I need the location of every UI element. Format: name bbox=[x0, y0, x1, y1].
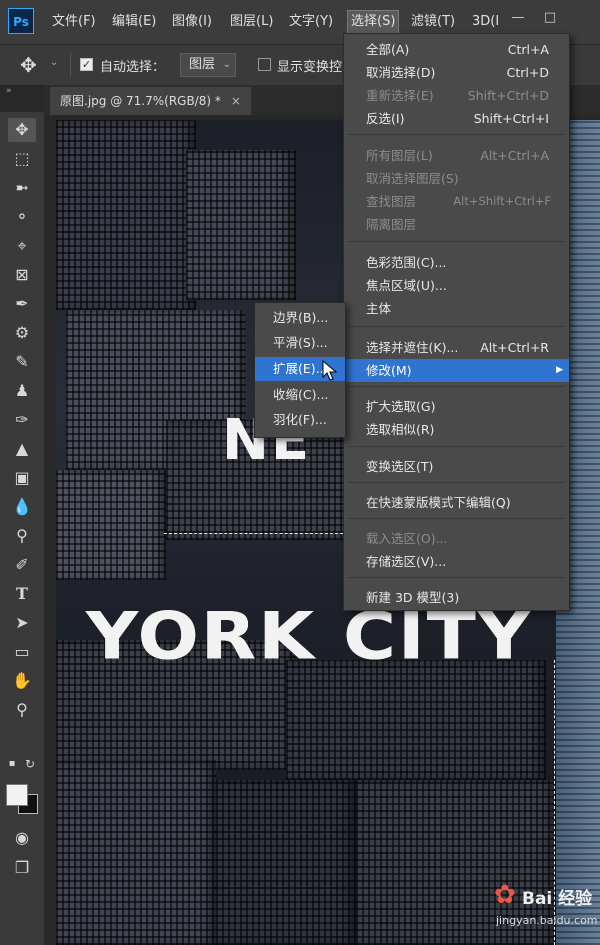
tools-panel: ✥ ⬚ ➼ ⚬ ⌖ ⊠ ✒ ⚙ ✎ ♟ ✑ ▲ ▣ 💧 ⚲ ✐ T ➤ ▭ ✋ … bbox=[0, 112, 45, 945]
default-colors-icon[interactable]: ▪ bbox=[2, 752, 22, 776]
pen-icon[interactable]: ✐ bbox=[8, 553, 36, 577]
menu-divider bbox=[348, 446, 565, 447]
menu-item-all-layers[interactable]: 所有图层(L) Alt+Ctrl+A bbox=[344, 144, 569, 167]
path-select-icon[interactable]: ➤ bbox=[8, 611, 36, 635]
menu-item-new-3d-model[interactable]: 新建 3D 模型(3) bbox=[344, 586, 569, 609]
menu-item-deselect-layers[interactable]: 取消选择图层(S) bbox=[344, 167, 569, 190]
menu-item-save-selection[interactable]: 存储选区(V)... bbox=[344, 550, 569, 573]
city-building bbox=[286, 660, 546, 780]
screen-mode-icon[interactable]: ❐ bbox=[8, 856, 36, 880]
auto-select-checkbox[interactable]: ✓ bbox=[80, 58, 93, 71]
menu-divider bbox=[348, 326, 565, 327]
rectangle-icon[interactable]: ▭ bbox=[8, 640, 36, 664]
menu-item-find-layers[interactable]: 查找图层 Alt+Shift+Ctrl+F bbox=[344, 190, 569, 213]
photoshop-logo-icon: Ps bbox=[8, 8, 34, 34]
blur-icon[interactable]: 💧 bbox=[8, 495, 36, 519]
menu-item-modify[interactable]: 修改(M) ▶ bbox=[344, 359, 569, 382]
gradient-icon[interactable]: ▣ bbox=[8, 466, 36, 490]
brush-icon[interactable]: ✎ bbox=[8, 350, 36, 374]
document-tab-title: 原图.jpg @ 71.7%(RGB/8) * bbox=[60, 94, 221, 108]
menu-divider bbox=[348, 241, 565, 242]
chevron-down-icon: ⌄ bbox=[222, 59, 231, 70]
show-transform-label: 显示变换控 bbox=[277, 60, 343, 75]
chevron-right-icon: ▶ bbox=[556, 365, 563, 375]
baidu-watermark: ✿ Bai 经验 jingyan.baidu.com bbox=[494, 880, 598, 940]
swap-colors-icon[interactable]: ↻ bbox=[20, 752, 40, 776]
menu-image[interactable]: 图像(I) bbox=[172, 11, 212, 33]
city-building bbox=[56, 120, 196, 310]
collapse-panel-icon[interactable]: » bbox=[6, 86, 12, 96]
menu-edit[interactable]: 编辑(E) bbox=[112, 11, 156, 33]
menu-item-transform-selection[interactable]: 变换选区(T) bbox=[344, 455, 569, 478]
select-menu: 全部(A) Ctrl+A 取消选择(D) Ctrl+D 重新选择(E) Shift+C… bbox=[343, 33, 570, 611]
eraser-icon[interactable]: ▲ bbox=[8, 437, 36, 461]
menu-item-isolate-layers[interactable]: 隔离图层 bbox=[344, 213, 569, 236]
menu-item-all[interactable]: 全部(A) Ctrl+A bbox=[344, 38, 569, 61]
divider bbox=[70, 53, 71, 77]
menu-item-reselect[interactable]: 重新选择(E) Shift+Ctrl+D bbox=[344, 84, 569, 107]
selection-marquee bbox=[164, 533, 348, 540]
submenu-item-smooth[interactable]: 平滑(S)... bbox=[255, 331, 345, 355]
city-building bbox=[56, 470, 166, 580]
menu-item-quick-mask[interactable]: 在快速蒙版模式下编辑(Q) bbox=[344, 491, 569, 514]
maximize-icon[interactable]: □ bbox=[540, 9, 560, 27]
zoom-icon[interactable]: ⚲ bbox=[8, 698, 36, 722]
city-building bbox=[186, 150, 296, 300]
marquee-icon[interactable]: ⬚ bbox=[8, 147, 36, 171]
menu-item-similar[interactable]: 选取相似(R) bbox=[344, 418, 569, 441]
menu-type[interactable]: 文字(Y) bbox=[289, 11, 333, 33]
lasso-icon[interactable]: ➼ bbox=[8, 176, 36, 200]
menu-layer[interactable]: 图层(L) bbox=[230, 11, 273, 33]
menu-divider bbox=[348, 518, 565, 519]
close-icon[interactable]: × bbox=[231, 94, 241, 108]
auto-select-target-dropdown[interactable]: 图层 ⌄ bbox=[180, 53, 236, 77]
menu-item-deselect[interactable]: 取消选择(D) Ctrl+D bbox=[344, 61, 569, 84]
watermark-url: jingyan.baidu.com bbox=[496, 914, 598, 927]
menu-divider bbox=[348, 482, 565, 483]
type-icon[interactable]: T bbox=[8, 582, 36, 606]
submenu-item-feather[interactable]: 羽化(F)... bbox=[255, 408, 345, 432]
menu-divider bbox=[348, 386, 565, 387]
hand-icon[interactable]: ✋ bbox=[8, 669, 36, 693]
minimize-icon[interactable]: — bbox=[508, 9, 528, 27]
menu-filter[interactable]: 滤镜(T) bbox=[411, 11, 455, 33]
chevron-down-icon[interactable]: ⌄ bbox=[50, 57, 58, 68]
foreground-color-swatch[interactable] bbox=[6, 784, 28, 806]
menu-divider bbox=[348, 577, 565, 578]
document-tab[interactable]: 原图.jpg @ 71.7%(RGB/8) * × bbox=[50, 87, 251, 115]
menu-item-load-selection[interactable]: 载入选区(O)... bbox=[344, 527, 569, 550]
menu-3d[interactable]: 3D(I bbox=[472, 11, 499, 33]
menu-select[interactable]: 选择(S) bbox=[346, 10, 400, 34]
baidu-paw-icon: ✿ bbox=[494, 880, 516, 910]
city-building bbox=[56, 760, 216, 945]
menu-file[interactable]: 文件(F) bbox=[52, 11, 96, 33]
healing-icon[interactable]: ⚙ bbox=[8, 321, 36, 345]
crop-icon[interactable]: ⌖ bbox=[8, 234, 36, 258]
dodge-icon[interactable]: ⚲ bbox=[8, 524, 36, 548]
menu-item-focus-area[interactable]: 焦点区域(U)... bbox=[344, 274, 569, 297]
show-transform-checkbox[interactable] bbox=[258, 58, 271, 71]
menu-divider bbox=[348, 134, 565, 135]
submenu-item-contract[interactable]: 收缩(C)... bbox=[255, 383, 345, 407]
history-brush-icon[interactable]: ✑ bbox=[8, 408, 36, 432]
menu-item-select-and-mask[interactable]: 选择并遮住(K)... Alt+Ctrl+R bbox=[344, 336, 569, 359]
menu-item-subject[interactable]: 主体 bbox=[344, 297, 569, 320]
move-icon[interactable]: ✥ bbox=[8, 118, 36, 142]
stamp-icon[interactable]: ♟ bbox=[8, 379, 36, 403]
menu-item-inverse[interactable]: 反选(I) Shift+Ctrl+I bbox=[344, 107, 569, 130]
frame-icon[interactable]: ⊠ bbox=[8, 263, 36, 287]
eyedropper-icon[interactable]: ✒ bbox=[8, 292, 36, 316]
auto-select-label: 自动选择： bbox=[100, 60, 166, 75]
menu-item-grow[interactable]: 扩大选取(G) bbox=[344, 395, 569, 418]
menu-item-color-range[interactable]: 色彩范围(C)... bbox=[344, 251, 569, 274]
submenu-item-border[interactable]: 边界(B)... bbox=[255, 306, 345, 330]
city-building bbox=[216, 780, 356, 945]
watermark-logo: Bai 经验 bbox=[522, 889, 593, 909]
auto-select-target-value: 图层 bbox=[189, 57, 216, 72]
quick-select-icon[interactable]: ⚬ bbox=[8, 205, 36, 229]
move-icon[interactable]: ✥ bbox=[20, 53, 37, 77]
quick-mask-icon[interactable]: ◉ bbox=[8, 826, 36, 850]
